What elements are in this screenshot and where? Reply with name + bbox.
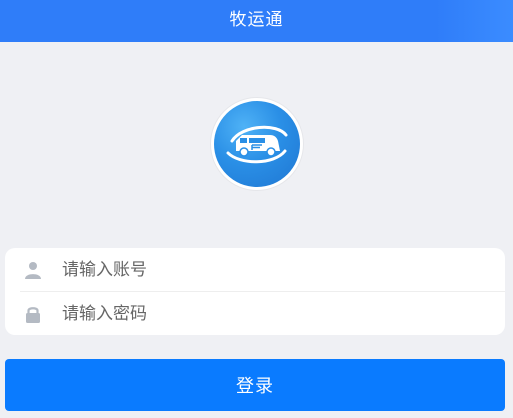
user-icon — [24, 261, 42, 279]
account-row — [5, 248, 505, 291]
app-logo — [211, 98, 303, 190]
login-button-label: 登录 — [236, 376, 274, 397]
account-input[interactable] — [62, 259, 462, 280]
password-row — [5, 292, 505, 335]
camper-van-logo-icon — [214, 101, 300, 187]
lock-icon — [24, 305, 42, 323]
login-button[interactable]: 登录 — [5, 359, 505, 411]
login-page: 牧运通 请输入账号 登录 — [0, 0, 513, 418]
login-form — [5, 248, 505, 335]
app-header: 牧运通 — [0, 0, 513, 42]
page-title: 牧运通 — [229, 9, 284, 30]
password-input[interactable] — [62, 303, 462, 324]
